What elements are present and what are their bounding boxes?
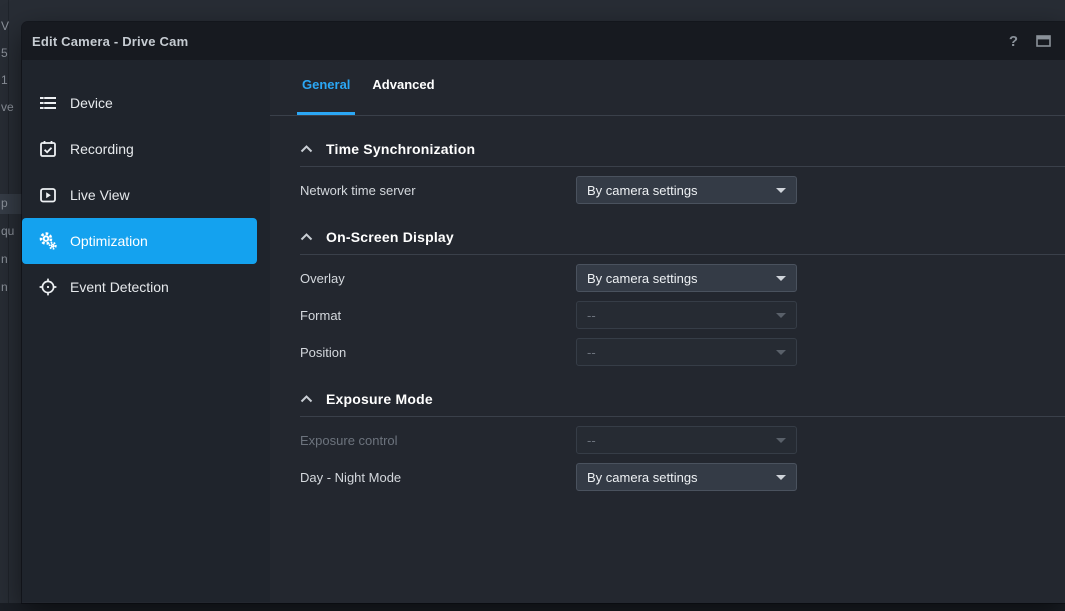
network-time-server-select[interactable]: By camera settings [576, 176, 797, 204]
collapse-chevron-icon[interactable] [300, 233, 313, 241]
overlay-select[interactable]: By camera settings [576, 264, 797, 292]
section-title: On-Screen Display [326, 229, 454, 245]
sidebar-item-optimization[interactable]: Optimization [22, 218, 257, 264]
field-row-format: Format -- [300, 301, 1065, 329]
chevron-down-icon [776, 350, 786, 355]
collapse-chevron-icon[interactable] [300, 145, 313, 153]
calendar-check-icon [38, 139, 58, 159]
window-maximize-icon[interactable] [1036, 35, 1051, 47]
chevron-down-icon [776, 313, 786, 318]
background-text-fragment: 1 [1, 73, 8, 87]
background-panel-edge [8, 0, 9, 611]
dialog-titlebar: Edit Camera - Drive Cam ? [22, 22, 1065, 60]
select-value: By camera settings [587, 183, 698, 198]
crosshair-icon [38, 277, 58, 297]
field-row-overlay: Overlay By camera settings [300, 264, 1065, 292]
screen: V 5 1 ve p qu n n Edit Camera - Drive Ca… [0, 0, 1065, 611]
exposure-control-select: -- [576, 426, 797, 454]
background-text-fragment: 5 [1, 46, 8, 60]
sidebar-item-device[interactable]: Device [22, 80, 257, 126]
help-icon[interactable]: ? [1009, 34, 1018, 49]
field-label: Position [300, 345, 576, 360]
section-title: Time Synchronization [326, 141, 475, 157]
dialog-title: Edit Camera - Drive Cam [32, 34, 188, 49]
field-label: Exposure control [300, 433, 576, 448]
tab-general[interactable]: General [297, 77, 355, 115]
list-icon [38, 93, 58, 113]
section-divider [300, 166, 1065, 167]
section-divider [300, 254, 1065, 255]
tab-bar: General Advanced [270, 60, 1065, 116]
tab-advanced[interactable]: Advanced [367, 77, 439, 115]
sidebar-item-label: Optimization [70, 233, 148, 249]
sidebar-item-event-detection[interactable]: Event Detection [22, 264, 257, 310]
select-value: -- [587, 433, 596, 448]
gears-icon [38, 231, 58, 251]
play-frame-icon [38, 185, 58, 205]
background-text-fragment: n [1, 252, 8, 266]
day-night-mode-select[interactable]: By camera settings [576, 463, 797, 491]
background-text-fragment: ve [1, 100, 14, 114]
section-on-screen-display: On-Screen Display Overlay By camera sett… [270, 227, 1065, 366]
field-label: Overlay [300, 271, 576, 286]
select-value: By camera settings [587, 470, 698, 485]
chevron-down-icon [776, 276, 786, 281]
field-label: Day - Night Mode [300, 470, 576, 485]
section-exposure-mode: Exposure Mode Exposure control -- Day - … [270, 389, 1065, 491]
field-label: Network time server [300, 183, 576, 198]
sidebar-item-label: Recording [70, 141, 134, 157]
collapse-chevron-icon[interactable] [300, 395, 313, 403]
edit-camera-dialog: Edit Camera - Drive Cam ? Device [22, 22, 1065, 603]
field-row-day-night-mode: Day - Night Mode By camera settings [300, 463, 1065, 491]
background-bottom-strip [0, 603, 1065, 611]
section-time-synchronization: Time Synchronization Network time server… [270, 139, 1065, 204]
format-select: -- [576, 301, 797, 329]
position-select: -- [576, 338, 797, 366]
select-value: By camera settings [587, 271, 698, 286]
background-text-fragment: qu [1, 224, 14, 238]
select-value: -- [587, 308, 596, 323]
sidebar-item-label: Live View [70, 187, 130, 203]
sidebar-item-label: Event Detection [70, 279, 169, 295]
dialog-content: General Advanced Time Synchronization Ne… [270, 60, 1065, 602]
chevron-down-icon [776, 475, 786, 480]
chevron-down-icon [776, 438, 786, 443]
background-text-fragment: V [1, 19, 9, 33]
sidebar-item-label: Device [70, 95, 113, 111]
field-row-exposure-control: Exposure control -- [300, 426, 1065, 454]
sidebar-item-recording[interactable]: Recording [22, 126, 257, 172]
background-text-fragment: n [1, 280, 8, 294]
sidebar-item-live-view[interactable]: Live View [22, 172, 257, 218]
field-label: Format [300, 308, 576, 323]
dialog-sidebar: Device Recording [22, 60, 270, 602]
section-divider [300, 416, 1065, 417]
background-text-fragment: p [1, 196, 8, 210]
select-value: -- [587, 345, 596, 360]
field-row-network-time-server: Network time server By camera settings [300, 176, 1065, 204]
chevron-down-icon [776, 188, 786, 193]
field-row-position: Position -- [300, 338, 1065, 366]
section-title: Exposure Mode [326, 391, 433, 407]
